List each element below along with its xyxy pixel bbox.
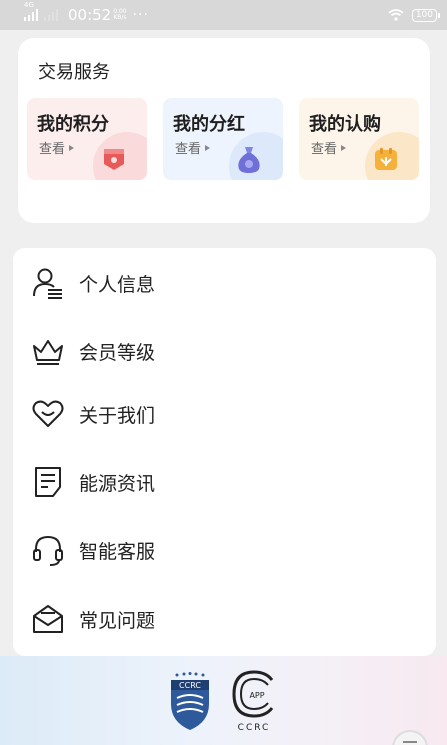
heart-smile-icon — [32, 400, 64, 427]
svg-text:CCRC: CCRC — [179, 681, 201, 690]
wifi-icon — [388, 9, 404, 21]
my-points-tile[interactable]: 我的积分 查看 — [27, 98, 147, 180]
ccrc-app-logo: APP CCRC — [232, 670, 274, 733]
more-notifications-icon: ··· — [132, 7, 149, 23]
status-bar: 4G 00:52 0.00 KB/s ··· 100 — [0, 0, 447, 30]
footer-brand-area: CCRC APP CCRC — [0, 656, 447, 745]
money-bag-icon — [238, 147, 260, 173]
menu-item-label: 能源资讯 — [79, 472, 156, 495]
headset-icon — [33, 535, 63, 566]
tile-title: 我的分红 — [173, 114, 245, 135]
menu-card: 个人信息 会员等级 关于我们 能源资讯 智能客服 常见问题 — [13, 248, 436, 656]
menu-item-label: 智能客服 — [79, 540, 156, 563]
menu-item-label: 关于我们 — [79, 404, 156, 427]
svg-text:CCRC: CCRC — [238, 723, 271, 733]
menu-item-energy-news[interactable]: 能源资讯 — [13, 457, 436, 507]
crown-icon — [33, 340, 63, 365]
my-dividends-tile[interactable]: 我的分红 查看 — [163, 98, 283, 180]
ccrc-shield-logo: CCRC — [171, 672, 209, 730]
menu-item-faq[interactable]: 常见问题 — [13, 594, 436, 644]
news-document-icon — [35, 467, 61, 497]
user-profile-icon — [33, 268, 62, 299]
menu-item-label: 会员等级 — [79, 341, 156, 364]
view-link[interactable]: 查看 — [39, 138, 75, 157]
battery-indicator: 100 — [411, 8, 441, 22]
tile-title: 我的认购 — [309, 114, 381, 135]
menu-item-label: 个人信息 — [79, 273, 156, 296]
menu-item-membership[interactable]: 会员等级 — [13, 326, 436, 376]
menu-item-smart-service[interactable]: 智能客服 — [13, 525, 436, 575]
menu-item-about[interactable]: 关于我们 — [13, 389, 436, 439]
trade-services-title: 交易服务 — [38, 62, 110, 83]
menu-item-profile[interactable]: 个人信息 — [13, 258, 436, 308]
tile-title: 我的积分 — [37, 114, 109, 135]
signal-icon: 4G — [24, 1, 38, 21]
svg-text:APP: APP — [249, 691, 264, 700]
view-link[interactable]: 查看 — [311, 138, 347, 157]
network-speed: 0.00 KB/s — [113, 8, 127, 21]
view-link[interactable]: 查看 — [175, 138, 211, 157]
mail-question-icon — [33, 605, 63, 633]
signal-secondary-icon — [44, 9, 58, 21]
subscription-box-icon — [375, 148, 397, 170]
trade-services-card: 交易服务 我的积分 查看 我的分红 查看 我的认购 查看 — [18, 38, 430, 223]
menu-item-label: 常见问题 — [79, 609, 156, 632]
status-time: 00:52 — [68, 6, 112, 24]
points-badge-icon — [104, 149, 124, 170]
my-subscriptions-tile[interactable]: 我的认购 查看 — [299, 98, 419, 180]
